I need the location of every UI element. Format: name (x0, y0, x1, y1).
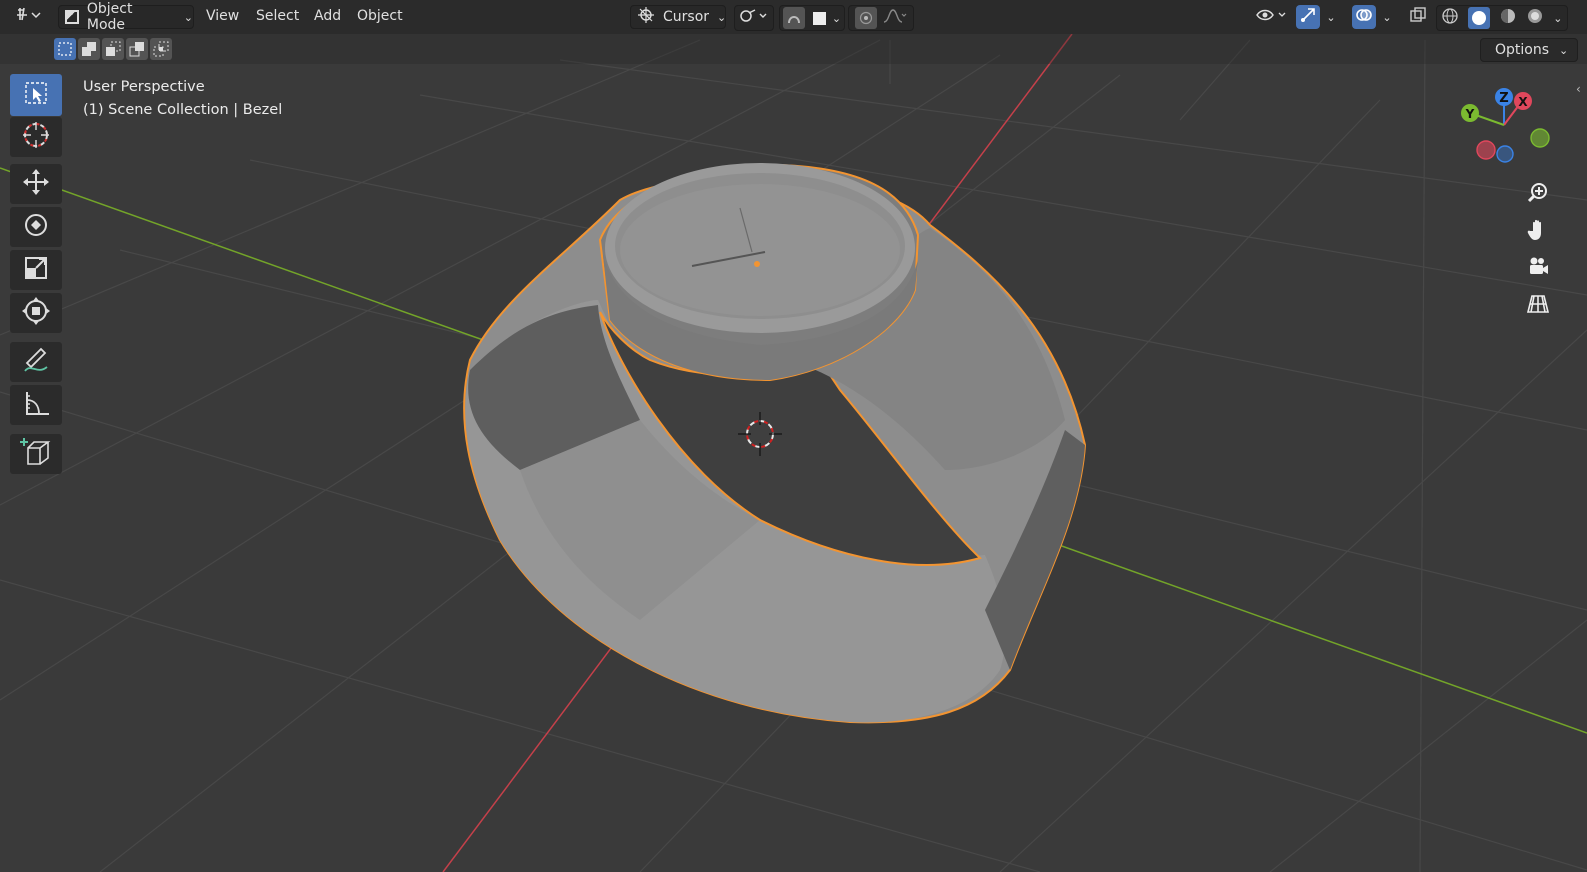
visibility-button[interactable] (1252, 5, 1290, 29)
viewport-info: User Perspective (1) Scene Collection | … (83, 76, 282, 122)
material-preview-icon[interactable] (1499, 7, 1517, 29)
gizmo-neg-y-axis (1530, 128, 1550, 148)
cursor-tool[interactable] (10, 117, 62, 157)
pan-button[interactable] (1522, 216, 1554, 248)
object-mode-icon (65, 10, 79, 24)
eye-icon (1255, 7, 1287, 27)
chevron-down-icon: ⌄ (831, 11, 842, 25)
shading-mode-group[interactable]: ⌄ (1436, 5, 1568, 31)
add-cube-tool[interactable] (10, 434, 62, 474)
svg-text:Y: Y (1465, 107, 1475, 121)
link-icon (739, 8, 769, 28)
camera-view-button[interactable] (1522, 253, 1554, 285)
rotate-tool[interactable] (10, 207, 62, 247)
camera-icon (1526, 255, 1550, 283)
tool-settings-bar (0, 34, 1587, 64)
cursor-icon (21, 120, 51, 154)
gizmo-neg-z-axis (1496, 145, 1514, 163)
svg-text:Z: Z (1499, 91, 1508, 106)
select-intersect-icon[interactable] (150, 38, 172, 60)
gizmo-neg-x-axis (1476, 140, 1496, 160)
gizmo-toggle[interactable] (1296, 5, 1320, 29)
navigation-gizmo[interactable]: Z X Y (1460, 85, 1560, 175)
select-box-tool[interactable] (10, 74, 62, 116)
select-new-icon[interactable] (54, 38, 76, 60)
rendered-shading-icon[interactable] (1526, 7, 1544, 29)
select-subtract-icon[interactable] (102, 38, 124, 60)
hand-icon (1526, 218, 1550, 246)
snap-icon (782, 7, 805, 29)
options-dropdown[interactable]: Options ⌄ (1480, 38, 1578, 62)
transform-tool[interactable] (10, 293, 62, 333)
viewport-icon (14, 6, 42, 28)
proportional-editing-icon (855, 7, 877, 29)
add-cube-icon (20, 436, 52, 472)
chevron-down-icon: ⌄ (183, 10, 193, 24)
rotate-icon (21, 210, 51, 244)
view-name: User Perspective (83, 79, 205, 95)
xray-toggle[interactable] (1406, 5, 1430, 29)
select-extend-icon[interactable] (78, 38, 100, 60)
annotate-icon (21, 345, 51, 379)
chevron-down-icon: ⌄ (717, 10, 727, 24)
editor-type-button[interactable] (8, 5, 48, 29)
sidebar-toggle-icon[interactable]: ‹ (1576, 82, 1581, 96)
pivot-label: Cursor (663, 9, 710, 25)
selection-mode-group (54, 38, 174, 62)
annotate-tool[interactable] (10, 342, 62, 382)
perspective-toggle-button[interactable] (1522, 290, 1554, 322)
mode-label: Object Mode (86, 1, 133, 33)
move-tool[interactable] (10, 164, 62, 204)
chevron-down-icon[interactable]: ⌄ (1380, 5, 1394, 29)
solid-shading-icon[interactable] (1468, 7, 1491, 29)
svg-text:X: X (1518, 95, 1528, 109)
transform-pivot-selector[interactable]: Cursor ⌄ (630, 5, 726, 29)
move-icon (21, 167, 51, 201)
select-invert-icon[interactable] (126, 38, 148, 60)
transform-orientation-button[interactable] (734, 5, 774, 31)
falloff-icon (883, 8, 907, 28)
mode-selector[interactable]: Object Mode ⌄ (58, 1, 194, 33)
menu-object[interactable]: Object (357, 8, 403, 24)
overlays-icon (1355, 6, 1373, 28)
select-box-icon (23, 80, 49, 110)
viewport-canvas[interactable] (0, 0, 1587, 872)
chevron-down-icon: ⌄ (1559, 43, 1569, 57)
pivot-cursor-icon (637, 6, 655, 28)
chevron-down-icon[interactable]: ⌄ (1324, 5, 1338, 29)
viewport-header: Object Mode ⌄ View Select Add Object Cur… (0, 0, 1587, 34)
menu-select[interactable]: Select (256, 8, 299, 24)
scale-icon (21, 253, 51, 287)
overlays-toggle[interactable] (1352, 5, 1376, 29)
scale-tool[interactable] (10, 250, 62, 290)
zoom-button[interactable] (1522, 179, 1554, 211)
snap-controls[interactable]: ⌄ (779, 5, 845, 31)
options-label: Options (1495, 42, 1550, 58)
proportional-editing-controls[interactable] (848, 5, 914, 31)
blender-3d-viewport[interactable]: Object Mode ⌄ View Select Add Object Cur… (0, 0, 1587, 872)
xray-icon (1409, 6, 1427, 28)
measure-icon (21, 388, 51, 422)
snap-target-icon (812, 11, 826, 25)
object-origin (754, 261, 760, 267)
gizmo-icon (1299, 6, 1317, 28)
menu-add[interactable]: Add (314, 8, 341, 24)
chevron-down-icon[interactable]: ⌄ (1553, 12, 1562, 25)
zoom-icon (1526, 181, 1550, 209)
measure-tool[interactable] (10, 385, 62, 425)
collection-info: (1) Scene Collection | Bezel (83, 102, 283, 118)
grid-perspective-icon (1526, 292, 1550, 320)
wireframe-shading-icon[interactable] (1441, 7, 1459, 29)
transform-icon (21, 296, 51, 330)
menu-view[interactable]: View (206, 8, 239, 24)
